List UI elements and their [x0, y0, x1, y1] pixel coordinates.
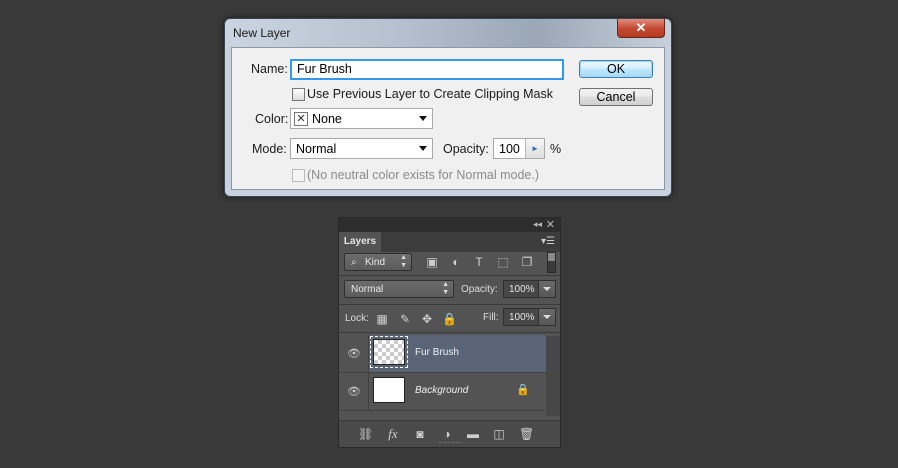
filter-toggle-switch[interactable]	[547, 252, 556, 273]
no-color-swatch-icon: ✕	[294, 112, 308, 126]
lock-icon: 🔒	[516, 384, 530, 396]
layer-row-fur-brush[interactable]: 👁 Fur Brush	[339, 335, 546, 373]
filter-kind-value: Kind	[365, 257, 386, 268]
delete-layer-icon[interactable]: 🗑	[519, 427, 534, 441]
chevron-down-icon[interactable]	[538, 309, 555, 325]
close-panel-icon[interactable]: ✕	[546, 218, 555, 231]
color-select[interactable]: ✕ None	[290, 108, 433, 129]
filter-kind-select[interactable]: ⌕ Kind ▲ ▼	[344, 253, 412, 271]
mode-label: Mode:	[252, 142, 287, 156]
separator	[339, 332, 560, 333]
panel-footer: ⛓ fx ◙ ◑ ▬ ◫ 🗑	[339, 420, 560, 447]
chevron-down-icon[interactable]	[538, 281, 555, 297]
chevron-down-icon	[419, 146, 427, 151]
layers-scrollbar[interactable]	[546, 336, 560, 416]
separator	[339, 304, 560, 305]
lock-all-icon[interactable]: 🔒	[442, 312, 457, 326]
panel-header[interactable]: ◂◂ ✕	[339, 218, 560, 232]
fill-field[interactable]: 100%	[503, 308, 556, 326]
visibility-column: 👁	[339, 373, 369, 410]
mode-select[interactable]: Normal	[290, 138, 433, 159]
layer-thumbnail	[373, 377, 405, 403]
lock-transparent-icon[interactable]: ▦	[375, 312, 389, 326]
fill-value: 100%	[509, 312, 535, 323]
image-filter-icon[interactable]: ▣	[425, 255, 439, 269]
layer-opacity-field[interactable]: 100%	[503, 280, 556, 298]
collapse-panel-icon[interactable]: ◂◂	[533, 219, 542, 230]
visibility-column: 👁	[339, 335, 369, 372]
name-label: Name:	[251, 62, 288, 76]
dialog-close-button[interactable]: ✕	[617, 19, 665, 38]
dialog-titlebar[interactable]: New Layer ✕	[225, 19, 671, 47]
opacity-value: 100	[499, 142, 520, 156]
chevron-down-icon	[419, 116, 427, 121]
lock-label: Lock:	[345, 313, 369, 324]
neutral-color-label: (No neutral color exists for Normal mode…	[307, 168, 540, 182]
add-mask-icon[interactable]: ◙	[413, 427, 427, 441]
fx-icon[interactable]: fx	[386, 427, 400, 441]
link-layers-icon[interactable]: ⛓	[358, 427, 373, 441]
opacity-field[interactable]: 100 ►	[493, 138, 545, 159]
layer-opacity-value: 100%	[509, 284, 535, 295]
new-group-icon[interactable]: ▬	[466, 427, 480, 441]
new-layer-icon[interactable]: ◫	[492, 427, 506, 441]
layer-name[interactable]: Fur Brush	[415, 347, 459, 358]
updown-arrows-icon: ▲ ▼	[442, 281, 449, 296]
color-select-value: None	[312, 112, 342, 126]
panel-menu-icon[interactable]: ▾☰	[541, 236, 555, 247]
layer-row-background[interactable]: 👁 Background 🔒	[339, 373, 546, 411]
eye-icon[interactable]: 👁	[347, 385, 361, 398]
fill-label: Fill:	[483, 312, 499, 323]
new-layer-dialog: New Layer ✕ Name: Fur Brush Use Previous…	[224, 18, 672, 197]
eye-icon[interactable]: 👁	[347, 347, 361, 360]
resize-grip[interactable]	[439, 442, 461, 445]
layer-opacity-label: Opacity:	[461, 284, 498, 295]
layer-name[interactable]: Background	[415, 385, 468, 396]
mode-select-value: Normal	[296, 142, 337, 156]
opacity-label: Opacity:	[443, 142, 489, 156]
blend-mode-value: Normal	[351, 284, 384, 295]
panel-tab-bar: Layers ▾☰	[339, 232, 560, 252]
clipping-mask-label: Use Previous Layer to Create Clipping Ma…	[307, 87, 553, 101]
new-adjustment-icon[interactable]: ◑	[440, 427, 454, 441]
opacity-slider-toggle-icon[interactable]: ►	[525, 139, 544, 158]
adjustment-filter-icon[interactable]: ◐	[449, 255, 463, 269]
kind-search-icon: ⌕	[351, 257, 357, 268]
cancel-button[interactable]: Cancel	[579, 88, 653, 106]
separator	[339, 275, 560, 276]
ok-button[interactable]: OK	[579, 60, 653, 78]
neutral-color-checkbox	[292, 169, 305, 182]
layer-name-input[interactable]: Fur Brush	[290, 59, 564, 80]
blend-mode-select[interactable]: Normal ▲ ▼	[344, 280, 454, 298]
clipping-mask-checkbox[interactable]	[292, 88, 305, 101]
lock-position-icon[interactable]: ✥	[420, 312, 434, 326]
layers-panel: ◂◂ ✕ Layers ▾☰ ⌕ Kind ▲ ▼ ▣ ◐ T ⬚ ❐ Norma…	[338, 217, 561, 448]
dialog-title: New Layer	[233, 26, 291, 40]
shape-filter-icon[interactable]: ⬚	[496, 255, 510, 269]
tab-layers[interactable]: Layers	[339, 232, 381, 252]
opacity-unit: %	[550, 142, 562, 156]
layer-thumbnail	[373, 339, 405, 365]
color-label: Color:	[255, 112, 289, 126]
updown-arrows-icon: ▲ ▼	[400, 254, 407, 269]
smart-object-filter-icon[interactable]: ❐	[520, 255, 534, 269]
type-filter-icon[interactable]: T	[472, 255, 486, 269]
lock-image-icon[interactable]: ✎	[398, 312, 412, 326]
